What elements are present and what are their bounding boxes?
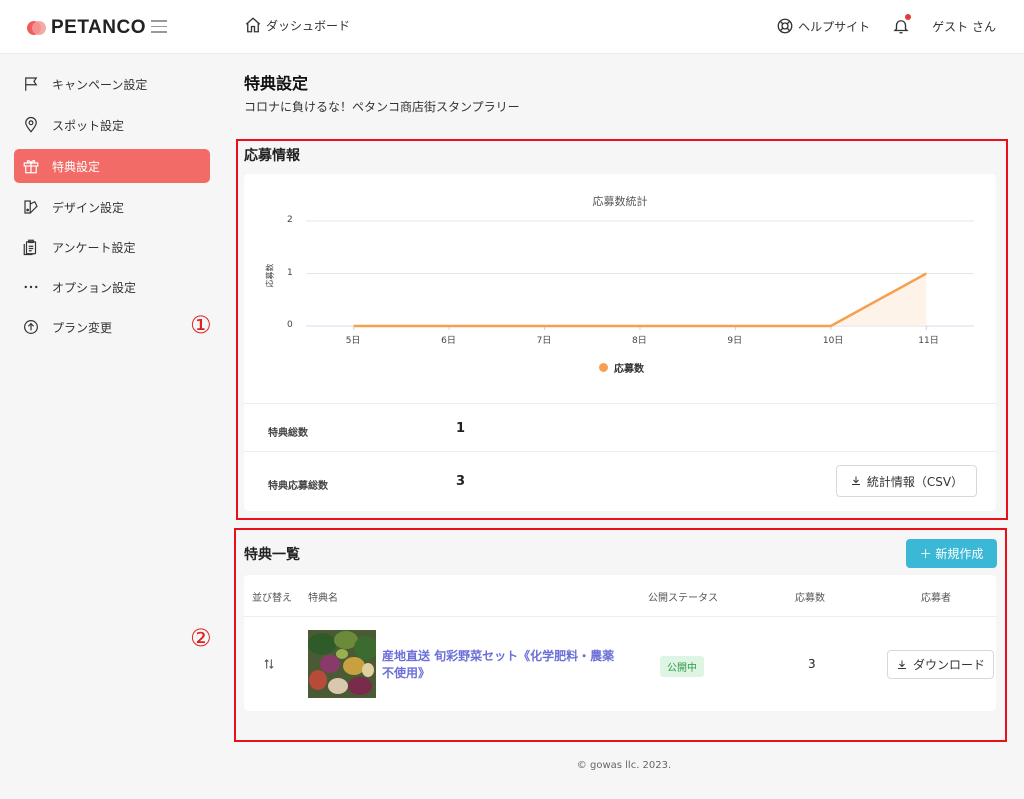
entry-info-title: 応募情報 (244, 148, 300, 164)
sidebar-item-design[interactable]: デザイン設定 (14, 190, 210, 224)
sidebar-item-label: スポット設定 (52, 118, 125, 133)
csv-button-label: 統計情報（CSV） (866, 474, 964, 489)
breadcrumb-dashboard: ダッシュボード (266, 18, 351, 33)
sidebar-item-prize[interactable]: 特典設定 (14, 149, 210, 183)
notification-bell-icon[interactable] (892, 14, 912, 36)
annotation-1: ① (190, 311, 212, 339)
chart-legend[interactable]: 応募数 (599, 360, 644, 375)
gift-icon (23, 160, 39, 174)
table-header-divider (244, 616, 996, 617)
sidebar-item-label: オプション設定 (52, 280, 137, 295)
y-tick-label: 2 (287, 215, 293, 225)
footer-copyright: © gowas llc. 2023. (576, 760, 672, 771)
notification-dot (905, 14, 912, 20)
flag-icon (25, 77, 38, 91)
series-line[interactable] (353, 272, 927, 328)
col-applicants: 応募者 (921, 593, 951, 604)
clipboard-icon (23, 239, 37, 256)
lifebuoy-icon (777, 18, 793, 34)
logo[interactable]: PETANCO (27, 17, 146, 39)
x-tick-label: 6日 (441, 336, 456, 346)
download-icon (851, 476, 860, 485)
status-badge: 公開中 (660, 656, 704, 677)
prize-name-line: 不使用》 (382, 666, 431, 680)
sidebar-item-survey[interactable]: アンケート設定 (14, 230, 210, 264)
stat-value: 1 (456, 421, 466, 436)
prize-list-title: 特典一覧 (244, 547, 300, 563)
sidebar-item-campaign[interactable]: キャンペーン設定 (14, 67, 210, 101)
page-subtitle: コロナに負けるな！ペタンコ商店街スタンプラリー (244, 100, 520, 114)
sidebar: キャンペーン設定 スポット設定 特典設定 デザイン設定 アンケート設定 オプショ… (0, 54, 224, 799)
sidebar-item-spot[interactable]: スポット設定 (14, 108, 210, 142)
page-title: 特典設定 (244, 74, 309, 93)
download-label: ダウンロード (912, 658, 985, 672)
prize-name-line: 産地直送 旬彩野菜セット《化学肥料・農薬 (382, 649, 615, 663)
legend-marker (599, 363, 608, 372)
stat-label: 特典応募総数 (268, 481, 328, 492)
palette-icon (24, 200, 38, 214)
hamburger-menu-icon[interactable] (151, 20, 167, 33)
sidebar-item-option[interactable]: オプション設定 (14, 270, 210, 304)
stat-value: 3 (456, 474, 466, 489)
stat-row-total-prizes: 特典総数 1 (244, 403, 996, 451)
sidebar-item-plan[interactable]: プラン変更 (14, 310, 210, 344)
sidebar-item-label: プラン変更 (52, 320, 113, 335)
breadcrumb[interactable]: ダッシュボード (244, 16, 350, 34)
prize-table: 並び替え 特典名 公開ステータス 応募数 応募者 産地直送 旬彩野菜セット《化学… (244, 575, 996, 711)
sort-handle-icon[interactable] (262, 657, 276, 671)
x-tick-label: 11日 (918, 336, 939, 346)
x-tick-label: 7日 (536, 336, 552, 346)
user-name[interactable]: ゲスト さん (932, 18, 996, 35)
home-icon (245, 17, 261, 33)
chart-plot (306, 220, 974, 330)
dots-icon (24, 285, 38, 289)
sidebar-item-label: 特典設定 (52, 159, 101, 174)
download-icon (897, 660, 906, 669)
y-tick-label: 0 (287, 320, 293, 330)
col-count: 応募数 (795, 593, 825, 604)
sidebar-item-label: アンケート設定 (52, 240, 136, 255)
logo-mark-icon (27, 18, 47, 38)
map-pin-icon (25, 116, 37, 133)
x-tick-label: 10日 (822, 336, 844, 346)
prize-name-link[interactable]: 産地直送 旬彩野菜セット《化学肥料・農薬 不使用》 (382, 648, 614, 682)
x-tick-label: 9日 (727, 336, 743, 346)
stat-label: 特典総数 (268, 428, 308, 439)
annotation-2: ② (190, 624, 212, 652)
new-prize-button[interactable]: ＋ 新規作成 (906, 539, 997, 568)
csv-download-button[interactable]: 統計情報（CSV） (836, 465, 977, 497)
col-sort: 並び替え (252, 593, 292, 604)
col-name: 特典名 (308, 593, 338, 604)
help-site-label: ヘルプサイト (798, 19, 871, 34)
logo-text: PETANCO (51, 17, 146, 38)
sidebar-item-label: デザイン設定 (52, 200, 125, 215)
download-applicants-button[interactable]: ダウンロード (887, 650, 994, 679)
x-tick-label: 5日 (345, 336, 361, 346)
series-area (353, 273, 927, 326)
sidebar-item-label: キャンペーン設定 (52, 77, 148, 92)
prize-thumbnail[interactable] (308, 630, 376, 698)
entry-count: 3 (808, 657, 816, 671)
entry-info-card: 応募数統計 応募数 応募数 特典総数 1 特典応募総数 3 統計情報（CSV） … (244, 174, 996, 511)
help-site-link[interactable]: ヘルプサイト (776, 17, 870, 35)
y-tick-label: 1 (287, 267, 293, 278)
col-status: 公開ステータス (648, 593, 718, 604)
x-tick-label: 8日 (632, 336, 647, 346)
legend-label: 応募数 (614, 364, 644, 375)
header: PETANCO ダッシュボード ヘルプサイト ゲスト さん (0, 0, 1024, 54)
arrow-up-circle-icon (24, 320, 38, 334)
